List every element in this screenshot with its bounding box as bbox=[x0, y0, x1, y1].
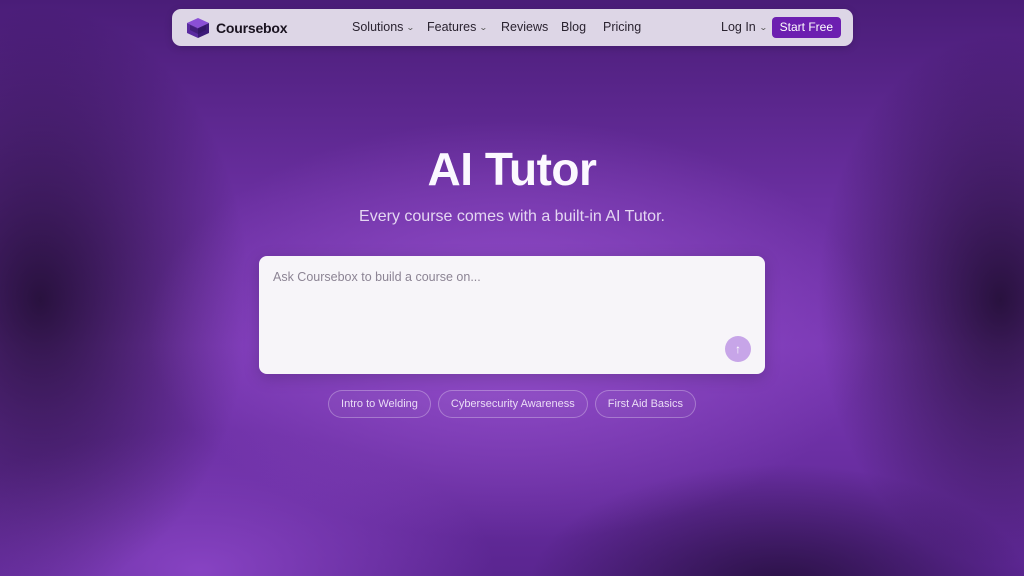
suggestion-chip[interactable]: First Aid Basics bbox=[594, 390, 696, 418]
nav-solutions-label: Solutions bbox=[352, 20, 404, 34]
nav-features[interactable]: Features ⌄ bbox=[427, 20, 489, 34]
page-title: AI Tutor bbox=[427, 143, 597, 195]
nav-blog-label: Blog bbox=[561, 20, 587, 34]
nav-solutions[interactable]: Solutions ⌄ bbox=[352, 20, 416, 34]
nav-pricing[interactable]: Pricing bbox=[603, 20, 641, 34]
login-menu[interactable]: Log In ⌄ bbox=[721, 20, 768, 34]
arrow-up-icon: ↑ bbox=[735, 342, 741, 356]
brand-logo[interactable]: Coursebox bbox=[186, 17, 288, 39]
nav-features-label: Features bbox=[427, 20, 477, 34]
start-free-button[interactable]: Start Free bbox=[771, 17, 841, 38]
prompt-box: ↑ bbox=[259, 256, 765, 374]
chevron-down-icon: ⌄ bbox=[479, 22, 489, 32]
brand-name: Coursebox bbox=[216, 20, 288, 36]
nav-pricing-label: Pricing bbox=[603, 20, 642, 34]
course-prompt-input[interactable] bbox=[273, 270, 743, 284]
top-navbar: Coursebox Solutions ⌄ Features ⌄ Reviews… bbox=[172, 9, 853, 46]
suggestion-chips: Intro to Welding Cybersecurity Awareness… bbox=[0, 390, 1024, 418]
login-label: Log In bbox=[721, 20, 756, 34]
nav-blog[interactable]: Blog bbox=[561, 20, 586, 34]
nav-reviews-label: Reviews bbox=[501, 20, 549, 34]
send-button[interactable]: ↑ bbox=[725, 336, 751, 362]
suggestion-chip[interactable]: Cybersecurity Awareness bbox=[437, 390, 588, 418]
page-subtitle: Every course comes with a built-in AI Tu… bbox=[359, 208, 665, 225]
chevron-down-icon: ⌄ bbox=[758, 22, 768, 32]
coursebox-logo-icon bbox=[187, 18, 209, 38]
nav-reviews[interactable]: Reviews bbox=[501, 20, 548, 34]
chevron-down-icon: ⌄ bbox=[406, 22, 416, 32]
suggestion-chip[interactable]: Intro to Welding bbox=[328, 390, 431, 418]
